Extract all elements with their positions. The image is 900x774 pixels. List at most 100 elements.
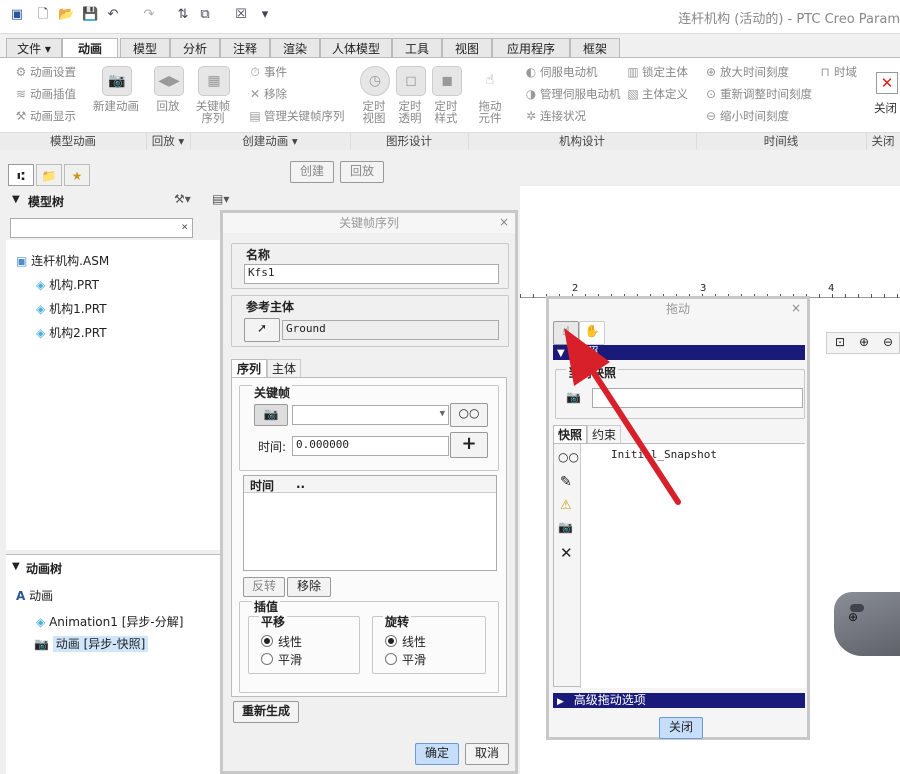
- tree-settings-icon[interactable]: ⚒▾: [174, 192, 191, 206]
- new-file-icon[interactable]: 🗋: [36, 8, 50, 22]
- ok-button[interactable]: 确定: [415, 743, 459, 765]
- refit-icon[interactable]: ⊡: [835, 335, 845, 349]
- keyframe-label: 关键帧: [252, 384, 293, 401]
- manage-keyframe-seq-button[interactable]: 管理关键帧序列: [264, 108, 345, 124]
- anim-tree-item-selected[interactable]: 📷 动画 [异步-快照]: [34, 635, 149, 652]
- collapse-arrow-icon[interactable]: ▼: [12, 561, 20, 572]
- name-input[interactable]: Kfs1: [244, 264, 499, 284]
- body-definition-button[interactable]: 主体定义: [642, 86, 688, 102]
- keyframe-select[interactable]: ▼: [292, 405, 449, 425]
- playback-toolbar-button[interactable]: 回放: [340, 161, 384, 183]
- remove-keyframe-button[interactable]: 移除: [287, 577, 331, 597]
- tab-file[interactable]: 文件 ▾: [6, 38, 62, 59]
- timed-view-button[interactable]: 定时 视图: [354, 100, 394, 124]
- time-input[interactable]: 0.000000: [292, 436, 449, 456]
- redo-icon[interactable]: ↷: [142, 8, 156, 22]
- view-keyframe-button[interactable]: ○○: [450, 403, 488, 427]
- model-tree-search-input[interactable]: ×: [10, 218, 193, 238]
- animation-tree-panel: ▼ 动画树 A 动画 ◈ Animation1 [异步-分解] 📷 动画 [异步…: [6, 554, 220, 774]
- reverse-button[interactable]: 反转: [243, 577, 285, 597]
- zoom-out-icon[interactable]: ⊖: [883, 335, 893, 349]
- mechanism-part[interactable]: ⊕: [834, 592, 900, 656]
- dialog-close-icon[interactable]: ×: [791, 301, 801, 315]
- undo-icon[interactable]: ↶: [106, 8, 120, 22]
- keyframe-table[interactable]: 时间 ..: [243, 475, 497, 571]
- tab-render[interactable]: 渲染: [270, 38, 320, 59]
- arrow-head: [564, 328, 610, 386]
- save-icon[interactable]: 💾: [82, 8, 98, 22]
- lock-body-button[interactable]: 锁定主体: [642, 64, 688, 80]
- select-body-button[interactable]: ➚: [244, 318, 280, 342]
- snapshot-camera-icon[interactable]: 📷: [558, 520, 573, 534]
- regenerate-button[interactable]: 重新生成: [233, 701, 299, 723]
- dialog-close-icon[interactable]: ×: [499, 215, 509, 229]
- windows-icon[interactable]: ⧉: [198, 8, 212, 22]
- timed-transparency-button[interactable]: 定时 透明: [390, 100, 430, 124]
- zoom-in-timescale-button[interactable]: 放大时间刻度: [720, 64, 789, 80]
- customize-dropdown-icon[interactable]: ▾: [258, 8, 272, 22]
- add-keyframe-button[interactable]: +: [450, 432, 488, 458]
- tree-item-part[interactable]: ◈ 机构1.PRT: [36, 300, 107, 317]
- tab-annotate[interactable]: 注释: [220, 38, 270, 59]
- tree-filter-icon[interactable]: ▤▾: [212, 192, 229, 206]
- open-folder-icon[interactable]: 📂: [58, 8, 74, 22]
- collapse-arrow-icon[interactable]: ▼: [12, 194, 20, 205]
- tree-item-asm[interactable]: ▣ 连杆机构.ASM: [16, 252, 109, 269]
- readjust-timescale-button[interactable]: 重新调整时间刻度: [720, 86, 812, 102]
- event-button[interactable]: 事件: [264, 64, 287, 80]
- drag-component-button[interactable]: 拖动 元件: [470, 100, 510, 124]
- anim-display-button[interactable]: 动画显示: [30, 108, 76, 124]
- keyframe-seq-icon: ▦: [198, 66, 230, 96]
- tab-model[interactable]: 模型: [120, 38, 170, 59]
- tab-sequence[interactable]: 序列: [231, 359, 267, 377]
- timed-transparency-label-2: 透明: [398, 111, 422, 125]
- tab-body[interactable]: 主体: [267, 359, 301, 377]
- rotation-linear-radio[interactable]: 线性: [385, 633, 426, 650]
- tab-applications[interactable]: 应用程序: [492, 38, 570, 59]
- tab-view[interactable]: 视图: [442, 38, 492, 59]
- create-button[interactable]: 创建: [290, 161, 334, 183]
- camera-icon: 📷: [102, 66, 132, 96]
- model-tree-title: 模型树: [28, 195, 65, 209]
- timed-style-button[interactable]: 定时 样式: [426, 100, 466, 124]
- zoom-out-timescale-button[interactable]: 缩小时间刻度: [720, 108, 789, 124]
- anim-tree-item[interactable]: ◈ Animation1 [异步-分解]: [36, 613, 183, 630]
- tab-analysis[interactable]: 分析: [170, 38, 220, 59]
- advanced-drag-options-bar[interactable]: ▶ 高级拖动选项: [553, 693, 805, 708]
- snapshot-camera-button[interactable]: 📷: [254, 404, 288, 426]
- delete-x-icon[interactable]: ✕: [560, 544, 573, 562]
- regenerate-icon[interactable]: ⇅: [176, 8, 190, 22]
- tab-manikin[interactable]: 人体模型: [320, 38, 392, 59]
- remove-button[interactable]: 移除: [264, 86, 287, 102]
- servo-motor-button[interactable]: 伺服电动机: [540, 64, 598, 80]
- connection-status-button[interactable]: 连接状况: [540, 108, 586, 124]
- anim-tree-item-root[interactable]: A 动画: [16, 587, 53, 604]
- folder-browser-tab-icon[interactable]: 📁: [36, 164, 62, 186]
- tree-item-part[interactable]: ◈ 机构2.PRT: [36, 324, 107, 341]
- playback-button[interactable]: 回放: [150, 100, 186, 112]
- clear-search-icon[interactable]: ×: [181, 219, 188, 235]
- group-playback[interactable]: 回放 ▾: [146, 132, 191, 150]
- close-window-icon[interactable]: ☒: [234, 8, 248, 22]
- anim-settings-button[interactable]: 动画设置: [30, 64, 76, 80]
- favorites-tab-icon[interactable]: ★: [64, 164, 90, 186]
- time-domain-button[interactable]: 时域: [834, 64, 857, 80]
- tree-item-part[interactable]: ◈ 机构.PRT: [36, 276, 99, 293]
- rotation-smooth-radio[interactable]: 平滑: [385, 651, 426, 668]
- zoom-in-icon[interactable]: ⊕: [859, 335, 869, 349]
- translation-smooth-radio[interactable]: 平滑: [261, 651, 302, 668]
- close-ribbon-button[interactable]: 关闭: [874, 100, 897, 116]
- group-create-animation[interactable]: 创建动画 ▾: [190, 132, 351, 150]
- translation-linear-radio[interactable]: 线性: [261, 633, 302, 650]
- tab-tools[interactable]: 工具: [392, 38, 442, 59]
- cancel-button[interactable]: 取消: [465, 743, 509, 765]
- close-drag-dialog-button[interactable]: 关闭: [659, 717, 703, 739]
- new-animation-button[interactable]: 新建动画: [90, 100, 142, 112]
- tab-framework[interactable]: 框架: [570, 38, 620, 59]
- keyframe-seq-button[interactable]: 关键帧 序列: [192, 100, 234, 124]
- manage-servo-motor-button[interactable]: 管理伺服电动机: [540, 86, 621, 102]
- keyframe-seq-label-2: 序列: [201, 111, 225, 125]
- anim-interp-button[interactable]: 动画插值: [30, 86, 76, 102]
- model-tree-tab-icon[interactable]: ⑆: [8, 164, 34, 186]
- translation-group: 平移 线性 平滑: [248, 613, 360, 674]
